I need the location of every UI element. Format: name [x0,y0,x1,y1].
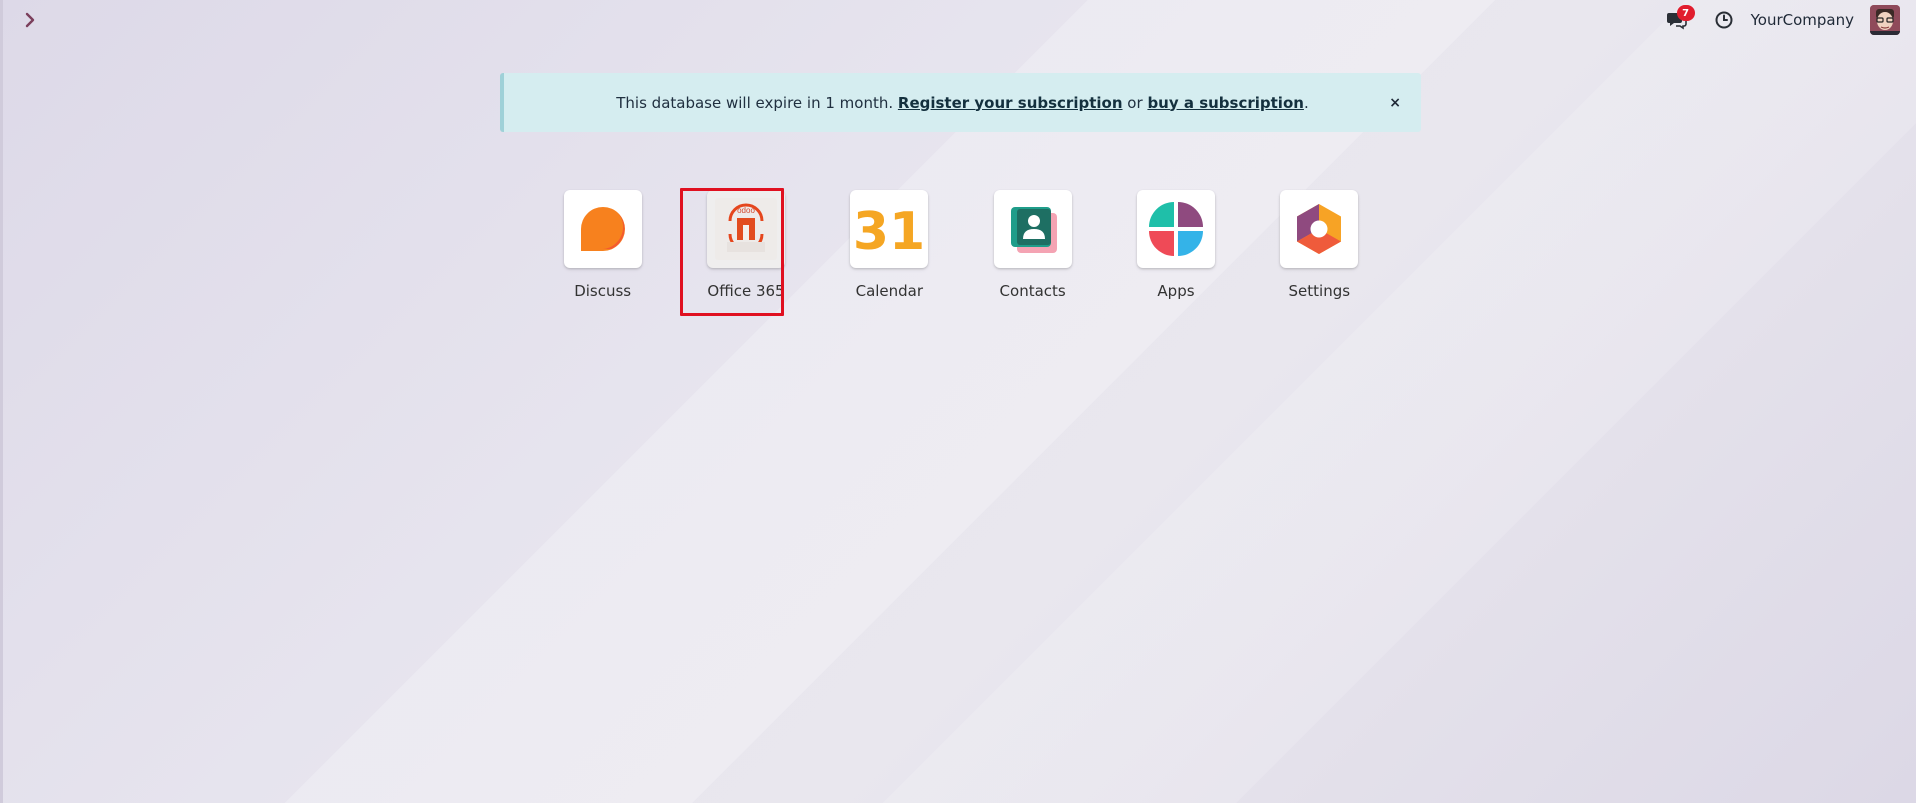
chevron-right-icon [25,12,35,28]
apps-icon [1136,190,1215,268]
clock-icon [1715,11,1733,29]
app-grid: Discuss odoo Office 365 31 Calendar Cont… [531,188,1391,316]
subscription-alert: This database will expire in 1 month. Re… [500,73,1421,132]
message-count-badge: 7 [1676,5,1695,21]
left-edge [0,0,3,803]
buy-subscription-link[interactable]: buy a subscription [1147,94,1304,112]
app-settings[interactable]: Settings [1248,190,1391,310]
close-alert-button[interactable]: × [1389,95,1401,111]
app-calendar[interactable]: 31 Calendar [818,190,961,310]
alert-text-end: . [1303,93,1309,112]
app-label: Apps [1157,282,1195,300]
settings-icon [1280,190,1359,268]
discuss-icon [563,190,642,268]
messaging-menu-button[interactable]: 7 [1659,4,1695,36]
alert-text-or: or [1127,93,1143,112]
contacts-icon [993,190,1072,268]
user-avatar[interactable] [1870,5,1900,35]
app-label: Calendar [855,282,924,300]
app-contacts[interactable]: Contacts [961,190,1104,310]
activity-menu-button[interactable] [1707,4,1741,36]
menu-toggle-button[interactable] [21,10,41,30]
alert-text: This database will expire in 1 month. [616,93,894,112]
app-office-365[interactable]: odoo Office 365 [674,188,817,316]
app-apps[interactable]: Apps [1104,190,1247,310]
calendar-glyph: 31 [856,202,922,259]
app-label: Settings [1288,282,1351,300]
company-switcher[interactable]: YourCompany [1751,11,1854,29]
register-subscription-link[interactable]: Register your subscription [898,94,1123,112]
office-365-icon: odoo [706,190,785,268]
app-label: Office 365 [707,282,785,300]
app-discuss[interactable]: Discuss [531,190,674,310]
app-label: Contacts [999,282,1066,300]
office-365-logo-text: odoo [737,206,755,215]
calendar-icon: 31 [850,190,929,268]
systray: 7 YourCompany [1659,4,1900,36]
avatar-image [1870,5,1900,35]
app-label: Discuss [574,282,632,300]
top-bar: 7 YourCompany [0,0,1916,40]
